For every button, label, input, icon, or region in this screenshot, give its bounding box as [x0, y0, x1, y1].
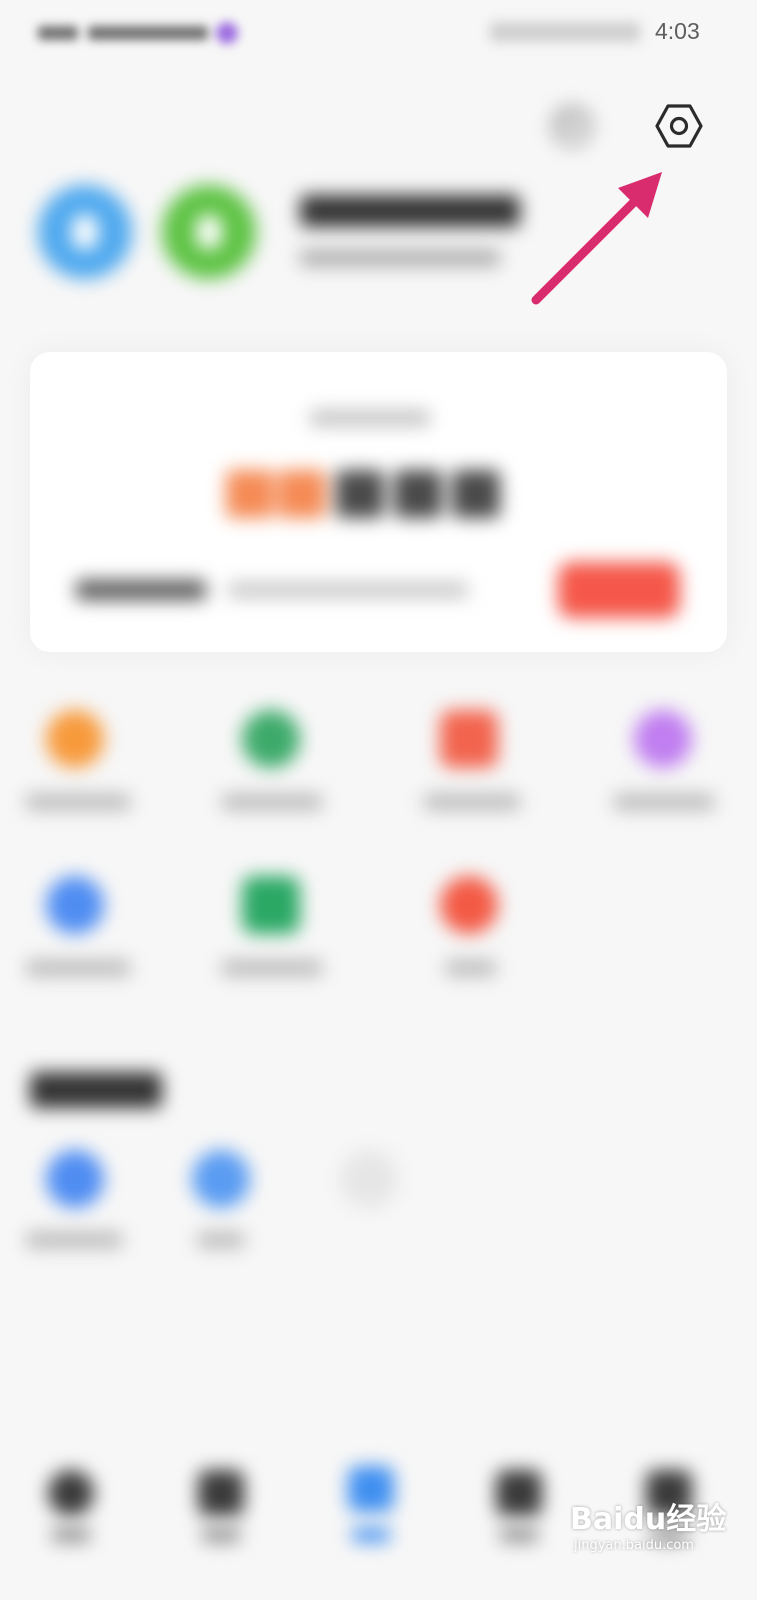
shortcut-icon-2[interactable]: [192, 1150, 250, 1208]
promo-card-headline: [226, 470, 516, 520]
feature-icon-7[interactable]: [440, 876, 498, 934]
login-subtitle: [300, 250, 500, 266]
promo-card-description: [228, 582, 468, 598]
section-title: [30, 1072, 162, 1108]
add-shortcut-icon[interactable]: [340, 1150, 398, 1208]
status-bar: 4:03: [0, 0, 757, 64]
feature-icon-2[interactable]: [242, 710, 300, 768]
feature-label-5: [26, 960, 130, 976]
login-avatar-green[interactable]: [162, 185, 256, 279]
feature-icon-5[interactable]: [46, 876, 104, 934]
feature-icon-1[interactable]: [46, 710, 104, 768]
tab-icon-1[interactable]: [48, 1470, 94, 1516]
header-actions: [0, 90, 757, 160]
tab-icon-2[interactable]: [198, 1470, 244, 1516]
feature-label-3: [424, 794, 520, 810]
login-title[interactable]: [300, 195, 520, 227]
feature-label-1: [26, 794, 130, 810]
status-left-indicators: [38, 18, 248, 46]
promo-card-caption: [310, 410, 430, 426]
message-icon[interactable]: [548, 104, 598, 148]
watermark-text: Baidu经验: [570, 1502, 727, 1537]
clock: 4:03: [655, 18, 700, 44]
tab-label-4: [500, 1528, 538, 1542]
shortcut-icon-1[interactable]: [46, 1150, 104, 1208]
feature-label-2: [222, 794, 322, 810]
status-right-indicators: [490, 22, 640, 42]
feature-label-4: [614, 794, 714, 810]
tab-label-3: [352, 1528, 390, 1542]
tab-icon-3[interactable]: [348, 1466, 394, 1512]
login-avatar-blue[interactable]: [38, 185, 132, 279]
tab-icon-4[interactable]: [496, 1470, 542, 1516]
promo-card-button[interactable]: [558, 562, 680, 618]
feature-label-7: [446, 960, 496, 976]
feature-label-6: [222, 960, 322, 976]
shortcut-label-2: [198, 1232, 244, 1248]
feature-icon-6[interactable]: [242, 876, 300, 934]
feature-icon-4[interactable]: [634, 710, 692, 768]
tab-label-2: [202, 1528, 240, 1542]
tab-label-1: [52, 1528, 90, 1542]
watermark-url: jingyan.baidu.com: [574, 1538, 694, 1553]
gear-icon[interactable]: [654, 100, 704, 152]
watermark: Baidu经验 jingyan.baidu.com: [570, 1494, 745, 1564]
feature-icon-3[interactable]: [440, 710, 498, 768]
promo-card-label: [76, 580, 206, 600]
shortcut-label-1: [26, 1232, 122, 1248]
